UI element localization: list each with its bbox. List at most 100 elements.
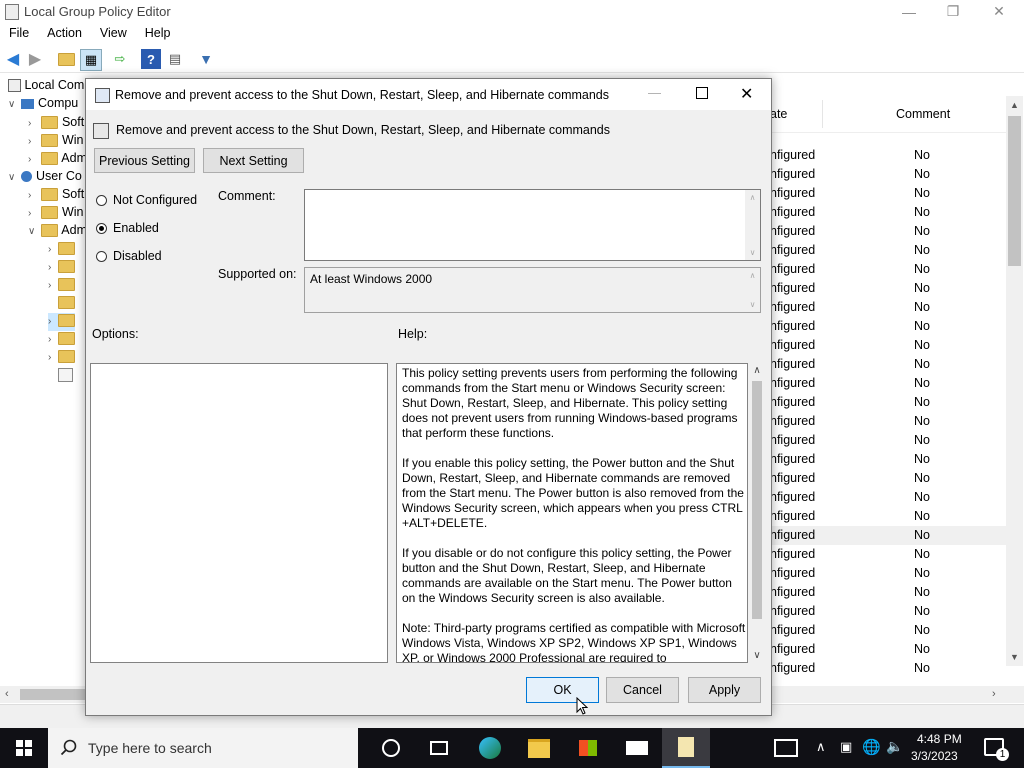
tree-item[interactable]: › Soft [28,187,84,205]
table-row[interactable]: nfigured No [770,602,1008,621]
menu-help[interactable]: Help [136,23,180,44]
table-row[interactable]: nfigured No [770,336,1008,355]
menu-file[interactable]: File [0,23,38,44]
meet-now-icon[interactable]: ▣ [840,739,852,755]
tree-item[interactable]: › [48,349,75,367]
table-row[interactable]: nfigured No [770,545,1008,564]
volume-muted-icon[interactable]: 🔈 [886,738,903,755]
tree-item[interactable]: › [48,259,75,277]
list-vertical-scrollbar[interactable]: ▲ ▼ [1006,96,1023,666]
chevron-down-icon[interactable]: ∨ [8,99,18,110]
chevron-right-icon[interactable]: › [48,262,58,273]
table-row[interactable]: nfigured No [770,583,1008,602]
scroll-right-arrow-icon[interactable]: › [992,688,996,700]
chevron-right-icon[interactable]: › [28,154,38,165]
comment-field[interactable]: ∧ ∨ [304,189,761,261]
table-row[interactable]: nfigured No [770,203,1008,222]
chevron-down-icon[interactable]: ∨ [8,172,18,183]
radio-enabled[interactable]: Enabled [96,221,159,235]
show-hide-tree-icon[interactable]: ▦ [80,49,102,71]
cortana-icon[interactable] [367,728,415,768]
tree-item[interactable]: › Adm [28,151,87,169]
table-row[interactable]: nfigured No [770,355,1008,374]
table-row[interactable]: nfigured No [770,431,1008,450]
export-list-icon[interactable]: ⇨ [110,49,130,69]
ok-button[interactable]: OK [526,677,599,703]
edge-browser-icon[interactable] [466,728,514,768]
table-row[interactable]: nfigured No [770,488,1008,507]
table-row[interactable]: nfigured No [770,317,1008,336]
scroll-thumb[interactable] [752,381,762,619]
tree-item-computer[interactable]: ∨ Compu [8,96,78,114]
scroll-up-arrow-icon[interactable]: ▲ [1010,100,1019,110]
table-row[interactable]: nfigured No [770,393,1008,412]
help-panel[interactable]: This policy setting prevents users from … [396,363,748,663]
tree-item-user[interactable]: ∨ User Co [8,169,82,187]
scroll-left-arrow-icon[interactable]: ‹ [5,688,9,700]
comment-scrollbar[interactable]: ∧ ∨ [745,190,760,260]
news-icon[interactable] [762,728,810,768]
tree-item[interactable]: ∨ Adm [28,223,87,241]
dialog-minimize-button[interactable]: — [648,85,661,100]
table-row[interactable]: nfigured No [770,412,1008,431]
tree-item[interactable] [48,295,75,313]
mail-icon[interactable] [613,728,661,768]
column-divider[interactable] [822,100,823,128]
group-policy-taskbar-icon[interactable] [662,728,710,768]
radio-circle[interactable] [96,194,107,206]
help-scrollbar[interactable]: ∧ ∨ [749,363,765,663]
clock-date[interactable]: 3/3/2023 [911,749,958,763]
filter-icon[interactable]: ▼ [196,49,216,69]
chevron-right-icon[interactable]: › [28,136,38,147]
scroll-down-arrow-icon[interactable]: ∨ [745,248,760,257]
tree-item-selected[interactable]: › [48,313,75,331]
properties-icon[interactable]: ▤ [165,49,185,69]
up-folder-icon[interactable] [56,49,76,69]
chevron-down-icon[interactable]: ∨ [28,226,38,237]
chevron-right-icon[interactable]: › [48,244,58,255]
scroll-down-arrow-icon[interactable]: ∨ [745,300,760,309]
scroll-down-arrow-icon[interactable]: ▼ [1010,652,1019,662]
chevron-right-icon[interactable]: › [28,208,38,219]
next-setting-button[interactable]: Next Setting [203,148,304,173]
chevron-right-icon[interactable]: › [48,334,58,345]
minimize-button[interactable]: — [886,0,932,23]
table-row[interactable]: nfigured No [770,621,1008,640]
apply-button[interactable]: Apply [688,677,761,703]
menu-action[interactable]: Action [38,23,91,44]
scroll-up-arrow-icon[interactable]: ∧ [749,365,765,376]
table-row[interactable]: nfigured No [770,146,1008,165]
scroll-down-arrow-icon[interactable]: ∨ [749,650,765,661]
menu-view[interactable]: View [91,23,136,44]
radio-disabled[interactable]: Disabled [96,249,162,263]
network-icon[interactable]: 🌐 [862,738,881,756]
table-row[interactable]: nfigured No [770,184,1008,203]
clock-time[interactable]: 4:48 PM [917,732,962,746]
radio-circle[interactable] [96,250,107,262]
close-button[interactable]: ✕ [976,0,1022,23]
chevron-right-icon[interactable]: › [28,190,38,201]
table-row[interactable]: nfigured No [770,260,1008,279]
table-row[interactable]: nfigured No [770,374,1008,393]
tree-item[interactable] [48,367,73,385]
dialog-maximize-button[interactable] [696,87,708,99]
task-view-icon[interactable] [415,728,463,768]
supported-scrollbar[interactable]: ∧ ∨ [745,268,760,312]
back-arrow-icon[interactable]: ◀ [3,49,23,69]
tree-item[interactable]: › [48,277,75,295]
table-row[interactable]: nfigured No [770,507,1008,526]
tree-item[interactable]: › [48,331,75,349]
tree-item[interactable]: › Win [28,205,84,223]
table-row[interactable]: nfigured No [770,279,1008,298]
table-row[interactable]: nfigured No [770,222,1008,241]
previous-setting-button[interactable]: Previous Setting [94,148,195,173]
chevron-up-icon[interactable]: ∧ [816,739,826,755]
table-row[interactable]: nfigured No [770,659,1008,678]
table-row[interactable]: nfigured No [770,564,1008,583]
microsoft-store-icon[interactable] [564,728,612,768]
chevron-right-icon[interactable]: › [48,280,58,291]
table-row[interactable]: nfigured No [770,298,1008,317]
tree-item[interactable]: › Soft [28,115,84,133]
file-explorer-icon[interactable] [515,728,563,768]
tree-item[interactable]: › Win [28,133,84,151]
